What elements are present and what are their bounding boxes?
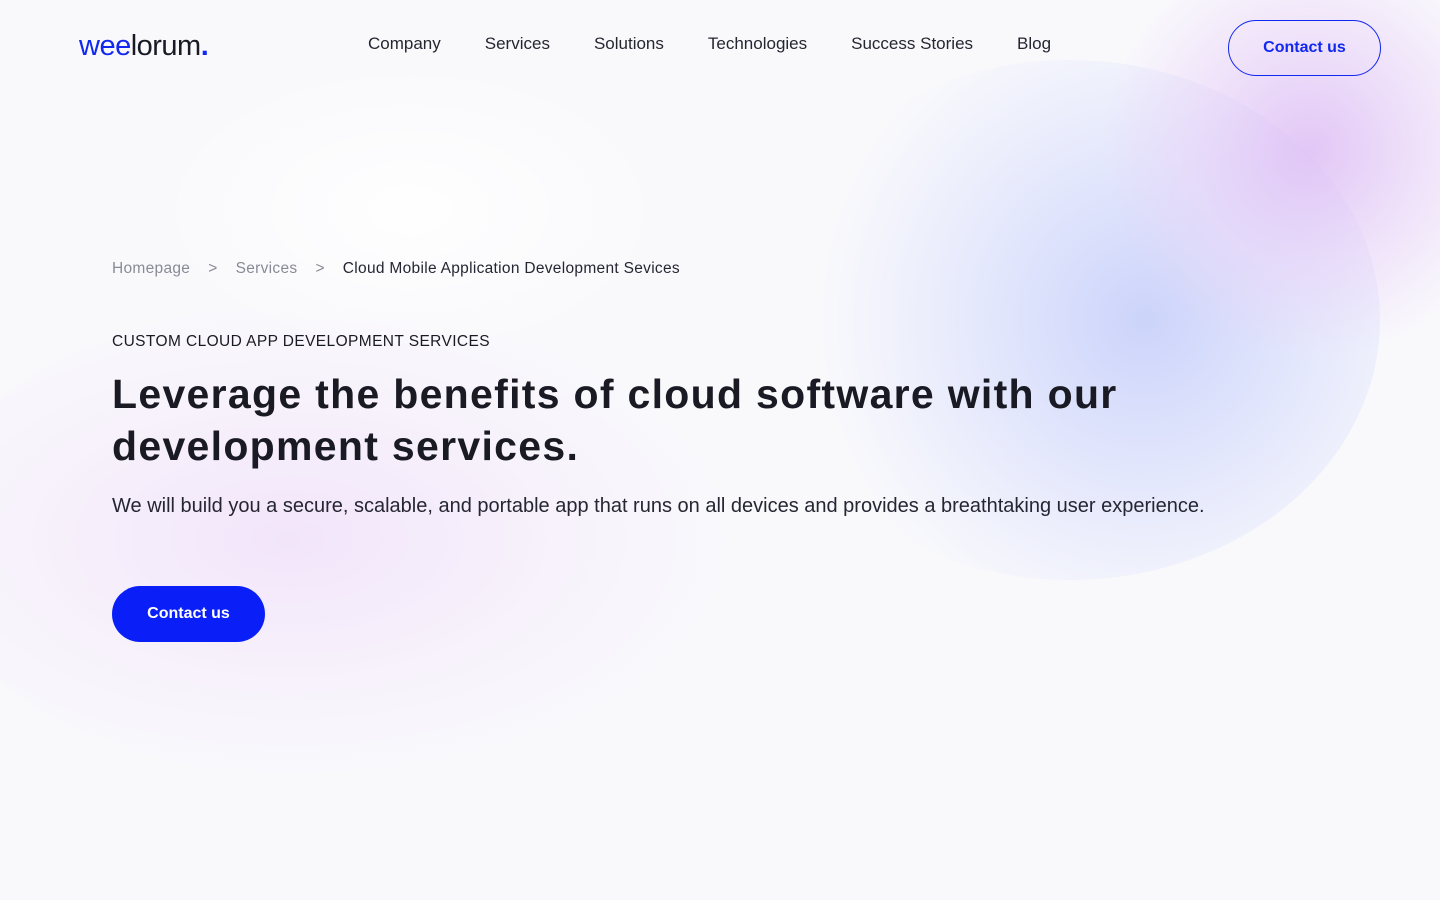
nav-item-services[interactable]: Services — [485, 34, 550, 54]
nav-item-blog[interactable]: Blog — [1017, 34, 1051, 54]
hero-title: Leverage the benefits of cloud software … — [112, 371, 1118, 469]
hero-eyebrow: CUSTOM CLOUD APP DEVELOPMENT SERVICES — [112, 333, 491, 350]
breadcrumb-current: Cloud Mobile Application Development Sev… — [342, 260, 680, 277]
nav-item-technologies[interactable]: Technologies — [708, 34, 807, 54]
main-nav: Company Services Solutions Technologies … — [368, 34, 1051, 54]
logo-dot: . — [200, 30, 209, 62]
hero-subtitle: We will build you a secure, scalable, an… — [112, 495, 1205, 517]
site-header: weelorum. Company Services Solutions Tec… — [0, 0, 1440, 96]
logo-part-lorum: lorum — [130, 30, 202, 62]
hero-contact-button[interactable]: Contact us — [112, 586, 265, 642]
breadcrumb-services[interactable]: Services — [236, 260, 298, 278]
breadcrumb-separator: > — [208, 260, 218, 277]
breadcrumb: Homepage > Services > Cloud Mobile Appli… — [112, 260, 680, 278]
breadcrumb-separator: > — [315, 260, 325, 277]
page: weelorum. Company Services Solutions Tec… — [0, 0, 1440, 900]
background-glow-white — [150, 60, 670, 360]
nav-item-solutions[interactable]: Solutions — [594, 34, 664, 54]
nav-item-success-stories[interactable]: Success Stories — [851, 34, 973, 54]
breadcrumb-homepage[interactable]: Homepage — [112, 260, 190, 278]
nav-item-company[interactable]: Company — [368, 34, 441, 54]
logo-part-wee: wee — [79, 30, 131, 62]
header-contact-button[interactable]: Contact us — [1228, 20, 1381, 76]
logo[interactable]: weelorum. — [79, 30, 209, 63]
